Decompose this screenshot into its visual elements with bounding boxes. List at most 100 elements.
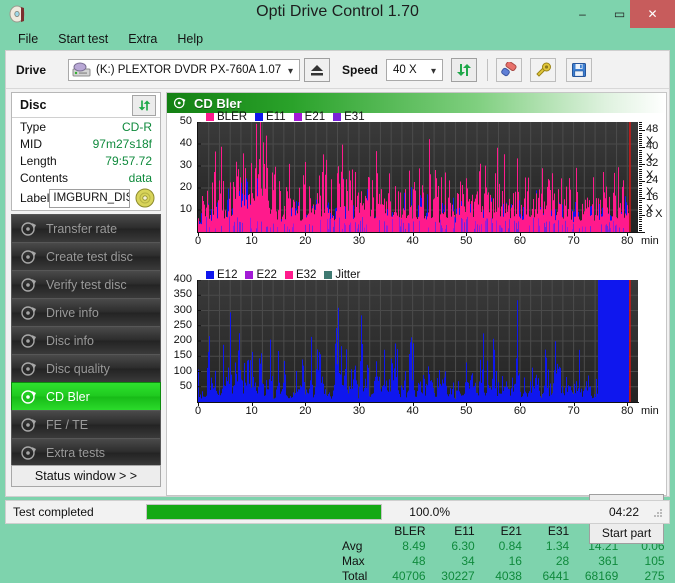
title-bar: Opti Drive Control 1.70 – ▭ ✕	[0, 0, 675, 28]
sidebar-item-fe-te[interactable]: FE / TE	[11, 410, 161, 438]
legend-swatch	[206, 271, 214, 279]
minimize-icon: –	[579, 7, 586, 21]
sidebar-item-disc-info[interactable]: Disc info	[11, 326, 161, 354]
disc-label-input[interactable]: IMGBURN_DIS	[49, 188, 130, 208]
disc-panel-header: Disc	[12, 93, 160, 118]
resize-grip-icon[interactable]	[652, 507, 664, 519]
cell-total-bler: 40706	[392, 568, 426, 583]
speed-tick-mark	[639, 193, 642, 195]
drive-label: Drive	[16, 62, 47, 77]
menu-help[interactable]: Help	[169, 30, 211, 48]
speed-tick-mark	[639, 166, 642, 168]
disc-row-mid: MID 97m27s18f	[12, 135, 160, 152]
save-button[interactable]	[566, 57, 593, 82]
cell-max-bler: 48	[412, 553, 426, 568]
y-axis-tick: 200	[173, 334, 192, 346]
cd-disc-icon[interactable]	[134, 187, 156, 209]
speed-tick-mark	[639, 177, 642, 178]
disc-row-label: Label IMGBURN_DIS	[12, 186, 160, 210]
legend-swatch	[324, 271, 333, 279]
speed-tick-mark	[639, 179, 642, 181]
minimize-button[interactable]: –	[564, 0, 601, 28]
disc-gear-icon	[20, 304, 38, 322]
x-tick-mark	[198, 403, 199, 406]
drive-toolbar: Drive (K:) PLEXTOR DVDR PX-760A 1.07 ▾ S…	[6, 51, 669, 89]
menu-extra[interactable]: Extra	[120, 30, 165, 48]
drive-select[interactable]: (K:) PLEXTOR DVDR PX-760A 1.07 ▾	[68, 58, 300, 81]
x-axis-tick: 20	[299, 235, 312, 247]
sidebar-item-extra-tests[interactable]: Extra tests	[11, 438, 161, 466]
disc-key-mid: MID	[20, 136, 42, 151]
disc-row-contents: Contents data	[12, 169, 160, 186]
y-axis-tick: 40	[179, 137, 192, 149]
disc-row-type: Type CD-R	[12, 118, 160, 135]
speed-tick-mark	[639, 210, 642, 212]
x-axis-tick: 40	[406, 405, 419, 417]
sidebar-item-cd-bler[interactable]: CD Bler	[11, 382, 161, 410]
x-tick-mark	[627, 403, 629, 406]
speed-tick-mark	[639, 130, 645, 132]
x-axis-tick: 0	[194, 235, 202, 247]
row-label-total: Total	[342, 568, 368, 583]
speed-tick-mark	[639, 122, 642, 123]
chart-panel-header: CD Bler	[167, 93, 666, 113]
app-window: Opti Drive Control 1.70 – ▭ ✕ File Start…	[0, 0, 675, 583]
disc-gear-icon	[20, 248, 38, 266]
cell-max-e21: 16	[508, 553, 522, 568]
sidebar-label: Disc quality	[46, 361, 110, 376]
speed-tick-mark	[639, 160, 642, 162]
speed-tick-mark	[639, 134, 642, 136]
speed-tick-mark	[639, 196, 642, 198]
speed-tick-mark	[639, 168, 642, 170]
disc-refresh-button[interactable]	[132, 95, 156, 116]
x-axis-tick: 80	[621, 405, 634, 417]
speed-tick-mark	[639, 198, 645, 200]
client-area: Drive (K:) PLEXTOR DVDR PX-760A 1.07 ▾ S…	[5, 50, 670, 583]
disc-gear-icon	[173, 96, 187, 110]
x-tick-mark	[251, 403, 253, 406]
speed-tick-mark	[639, 162, 642, 164]
speed-select[interactable]: 40 X ▾	[386, 58, 444, 81]
x-tick-mark	[627, 233, 629, 236]
start-part-button[interactable]: Start part	[589, 522, 664, 544]
menu-file[interactable]: File	[10, 30, 46, 48]
refresh-button[interactable]	[451, 57, 478, 82]
legend-swatch	[255, 113, 264, 121]
x-axis-tick: 60	[513, 405, 527, 417]
eject-button[interactable]	[304, 57, 330, 82]
sidebar-item-create-test-disc[interactable]: Create test disc	[11, 242, 161, 270]
close-icon: ✕	[647, 7, 658, 21]
sidebar-item-transfer-rate[interactable]: Transfer rate	[11, 214, 161, 242]
disc-value-type: CD-R	[122, 119, 152, 134]
maximize-icon: ▭	[613, 7, 626, 21]
y-axis-tick: 50	[179, 379, 192, 392]
sidebar-item-disc-quality[interactable]: Disc quality	[11, 354, 161, 382]
disc-value-length: 79:57.72	[105, 153, 152, 168]
y-axis-tick: 100	[173, 364, 192, 377]
sidebar-label: Disc info	[46, 333, 94, 348]
status-window-button[interactable]: Status window > >	[11, 465, 161, 487]
tools-icon	[536, 62, 552, 77]
x-axis-tick: 70	[567, 235, 580, 247]
cell-avg-e32: 0.00	[669, 538, 675, 553]
speed-tick-mark	[639, 223, 642, 225]
sidebar-item-drive-info[interactable]: Drive info	[11, 298, 161, 326]
row-label-avg: Avg	[342, 538, 363, 553]
x-tick-mark	[573, 403, 575, 406]
legend-swatch	[245, 271, 254, 279]
close-button[interactable]: ✕	[630, 0, 675, 28]
erase-button[interactable]	[496, 57, 523, 82]
speed-tick-mark	[639, 126, 642, 128]
cell-avg-e31: 1.34	[545, 538, 570, 553]
x-axis-tick: 10	[245, 235, 258, 247]
speed-tick-mark	[639, 155, 642, 157]
disc-gear-icon	[20, 360, 38, 378]
sidebar-item-verify-test-disc[interactable]: Verify test disc	[11, 270, 161, 298]
menu-start-test[interactable]: Start test	[50, 30, 116, 48]
speed-tick-mark	[639, 206, 642, 208]
tools-button[interactable]	[530, 57, 557, 82]
disc-key-contents: Contents	[20, 170, 69, 185]
x-tick-mark	[466, 233, 468, 236]
speed-tick-mark	[639, 164, 645, 166]
progress-percent: 100.0%	[409, 505, 450, 519]
